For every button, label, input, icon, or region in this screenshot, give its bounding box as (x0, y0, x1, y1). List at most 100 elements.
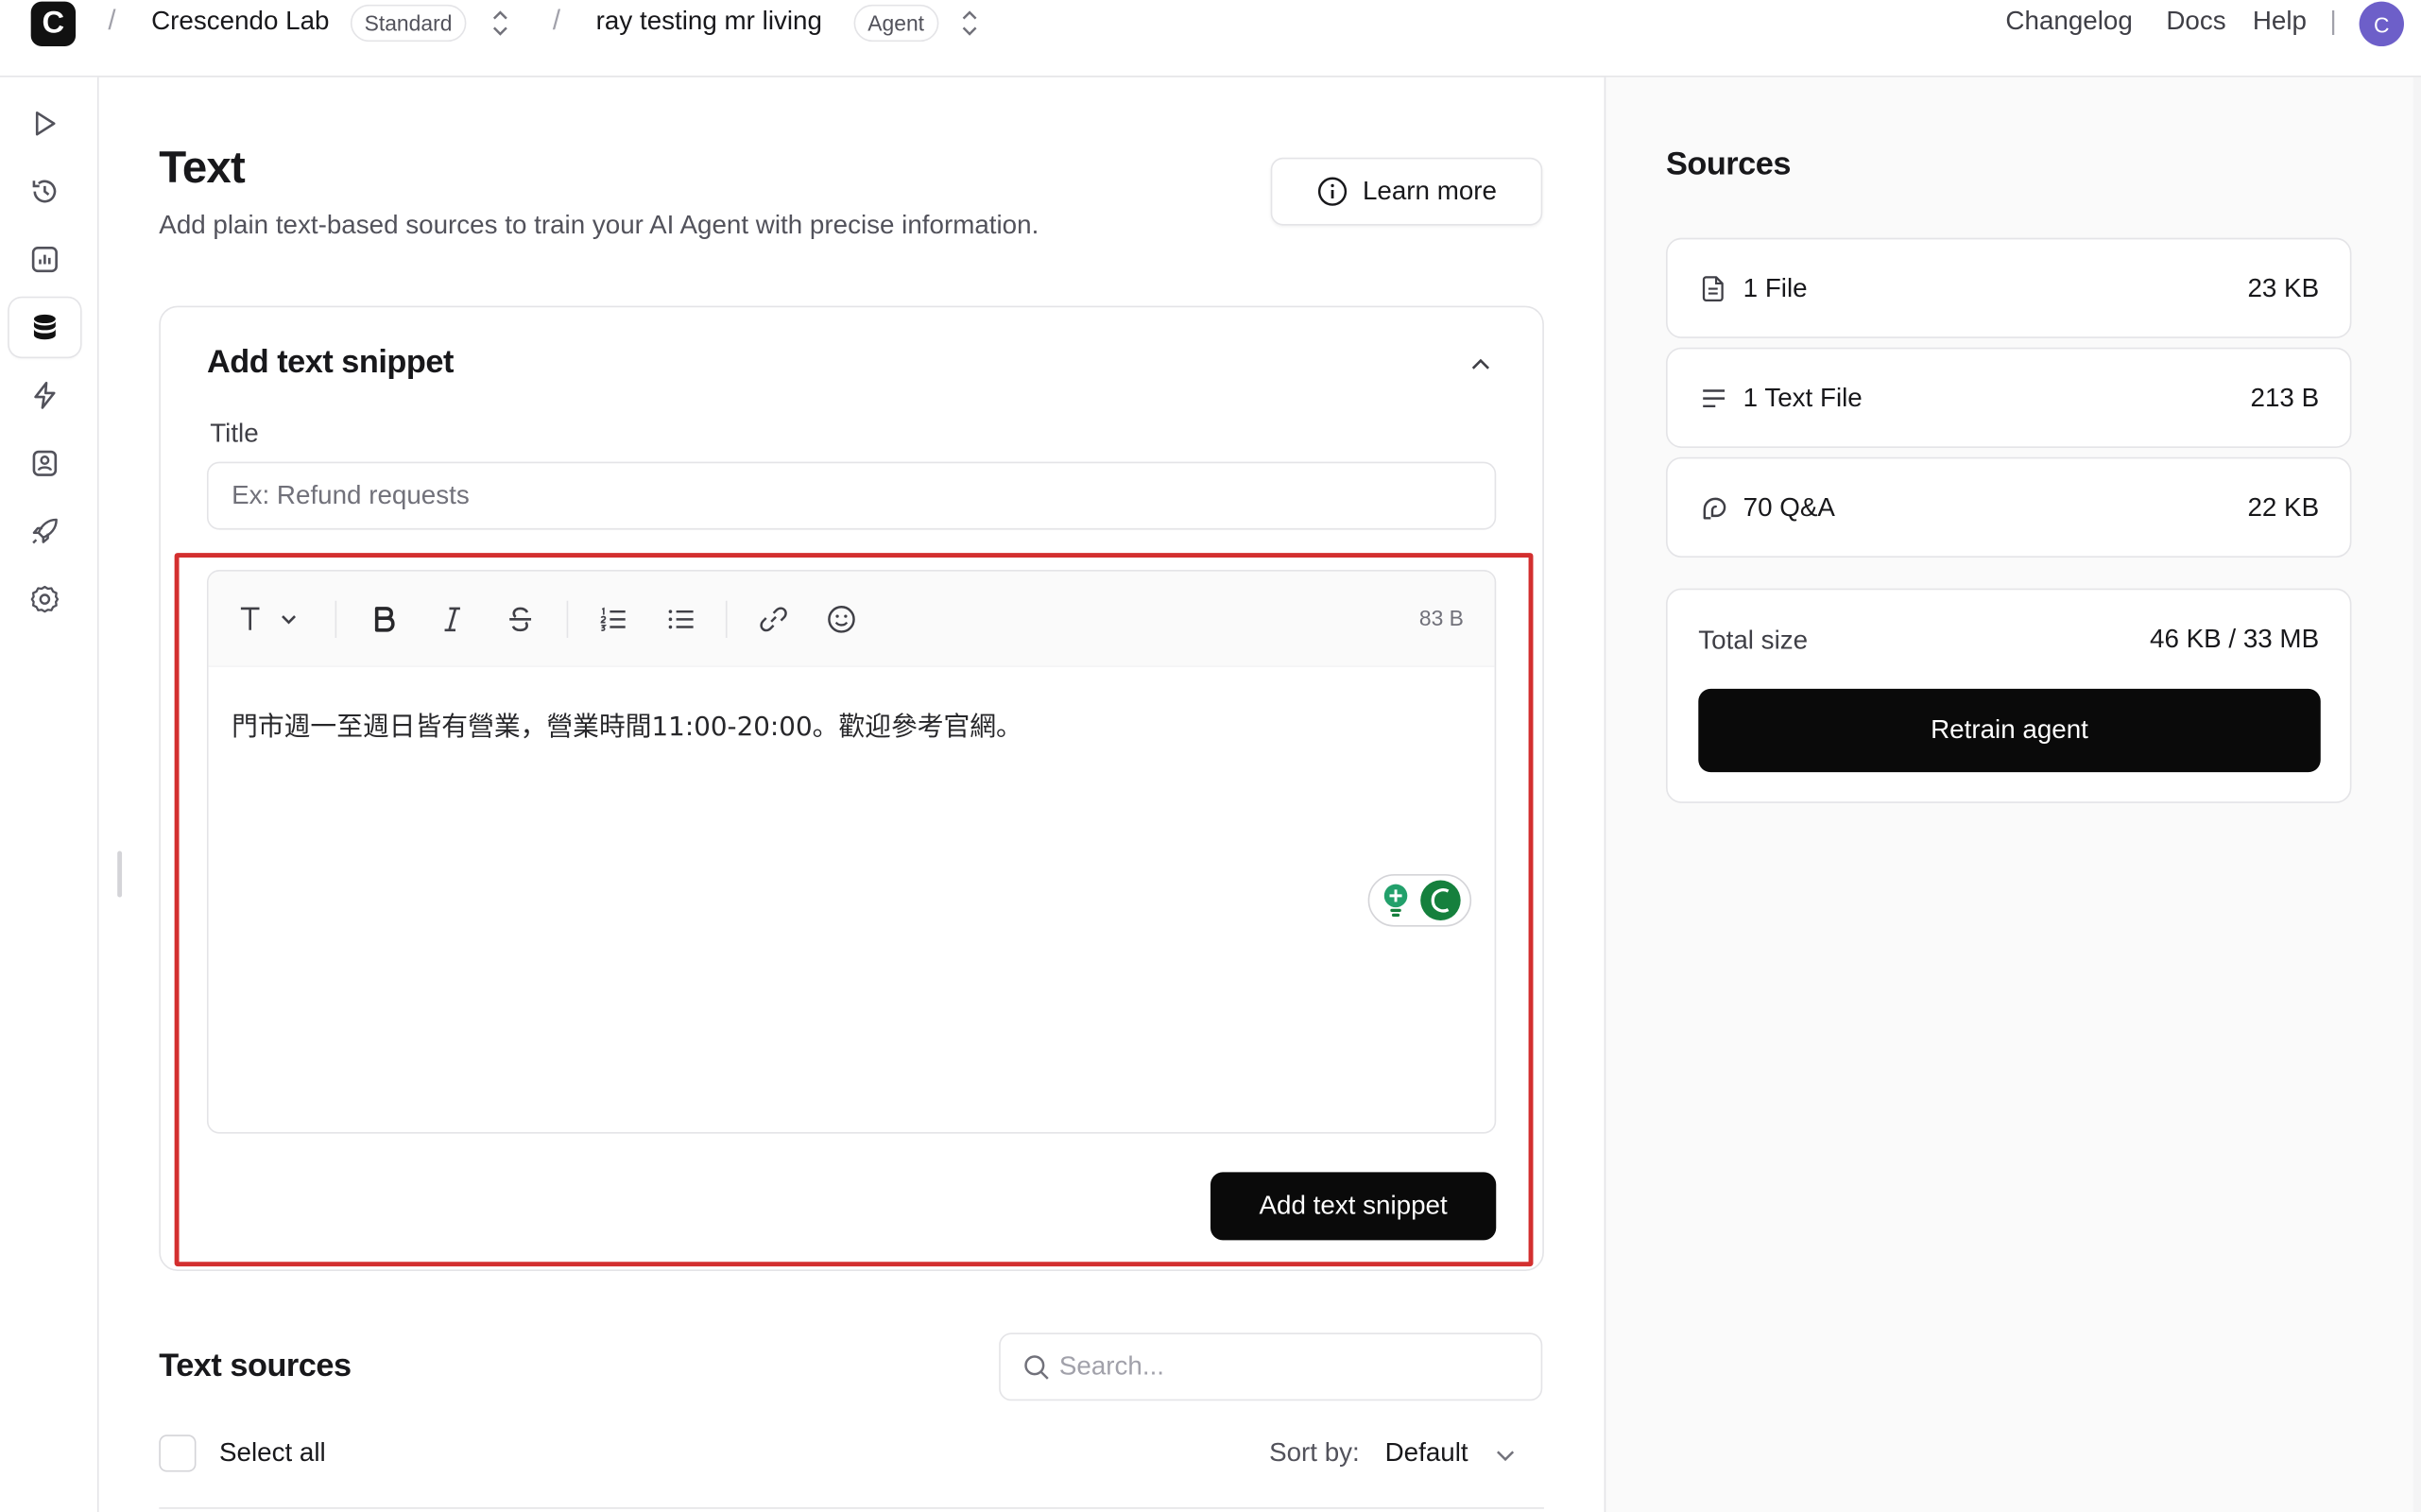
learn-more-button[interactable]: Learn more (1270, 157, 1543, 226)
source-qa-label: 70 Q&A (1743, 492, 1835, 523)
italic-button[interactable] (434, 601, 471, 638)
rich-text-editor[interactable]: 83 B 門市週一至週日皆有營業，營業時間11:00-20:00。歡迎參考官網。 (206, 570, 1497, 1134)
emoji-icon (828, 606, 855, 633)
scrollbar[interactable] (2412, 77, 2421, 1512)
database-icon (33, 314, 56, 340)
app-logo[interactable]: C (30, 1, 77, 47)
contacts-icon (32, 450, 58, 476)
emoji-button[interactable] (823, 601, 860, 638)
strikethrough-icon (509, 607, 532, 632)
page-description: Add plain text-based sources to train yo… (159, 210, 1039, 240)
nav-settings[interactable] (9, 570, 80, 628)
changelog-link[interactable]: Changelog (2005, 7, 2132, 38)
toolbar-divider (566, 600, 569, 638)
ordered-list-button[interactable] (594, 601, 631, 638)
search-input[interactable] (1058, 1334, 1523, 1400)
bold-icon (374, 607, 395, 632)
total-size-card: Total size 46 KB / 33 MB Retrain agent (1665, 588, 2352, 803)
source-files-card: 1 File 23 KB (1665, 237, 2352, 338)
help-link[interactable]: Help (2253, 7, 2307, 38)
text-style-icon (240, 607, 296, 630)
source-text-size: 213 B (2250, 383, 2320, 413)
workspace-name[interactable]: Crescendo Lab (151, 7, 329, 38)
select-all-label[interactable]: Select all (219, 1438, 326, 1469)
text-sources-title: Text sources (159, 1348, 352, 1384)
total-size-value: 46 KB / 33 MB (2150, 624, 2320, 654)
retrain-agent-button[interactable]: Retrain agent (1698, 688, 2321, 773)
plan-badge: Standard (350, 4, 467, 43)
info-icon (1317, 177, 1347, 206)
nav-divider: | (2329, 6, 2337, 36)
link-icon (760, 607, 787, 632)
file-icon (1702, 276, 1724, 302)
select-all-checkbox[interactable] (159, 1435, 197, 1472)
qa-icon (1703, 497, 1726, 520)
search-icon (1024, 1355, 1049, 1380)
breadcrumb-separator: / (108, 4, 116, 36)
link-button[interactable] (755, 601, 792, 638)
learn-more-label: Learn more (1362, 176, 1498, 206)
strikethrough-button[interactable] (502, 601, 539, 638)
page-title: Text (159, 143, 245, 194)
logo-letter: C (42, 6, 65, 41)
bullet-list-icon (668, 610, 694, 629)
agent-badge: Agent (853, 4, 938, 43)
text-style-dropdown[interactable] (236, 601, 304, 638)
user-avatar[interactable]: C (2359, 1, 2404, 47)
source-files-label: 1 File (1743, 273, 1808, 303)
editor-toolbar: 83 B (208, 571, 1495, 668)
grammarly-icon (1419, 880, 1460, 921)
list-divider (159, 1507, 1544, 1509)
history-icon (32, 180, 57, 203)
sort-by-label: Sort by: (1269, 1437, 1360, 1468)
italic-icon (444, 607, 460, 632)
nav-playground[interactable] (9, 94, 80, 153)
nav-activity[interactable] (9, 163, 80, 221)
editor-content[interactable]: 門市週一至週日皆有營業，營業時間11:00-20:00。歡迎參考官網。 (232, 704, 1022, 743)
sort-select[interactable]: Default (1385, 1438, 1468, 1469)
nav-deploy[interactable] (9, 502, 80, 560)
bullet-list-button[interactable] (662, 601, 699, 638)
toolbar-divider (335, 600, 337, 638)
nav-contacts[interactable] (9, 434, 80, 492)
search-field[interactable] (999, 1332, 1543, 1401)
source-text-label: 1 Text File (1743, 383, 1863, 413)
workspace-switcher-icon[interactable] (491, 8, 510, 39)
toolbar-divider (725, 600, 728, 638)
agent-switcher-icon[interactable] (960, 8, 979, 39)
analytics-icon (31, 246, 58, 273)
total-size-label: Total size (1698, 625, 1809, 655)
deploy-icon (32, 518, 58, 544)
play-icon (35, 111, 56, 136)
chevron-down-icon[interactable] (1493, 1442, 1518, 1467)
settings-icon (30, 585, 60, 613)
chevron-up-icon[interactable] (1467, 351, 1494, 378)
nav-sources[interactable] (9, 298, 80, 357)
agent-name[interactable]: ray testing mr living (596, 7, 822, 38)
nav-actions[interactable] (9, 366, 80, 424)
source-qa-size: 22 KB (2247, 492, 2320, 523)
docs-link[interactable]: Docs (2166, 7, 2225, 38)
bold-button[interactable] (366, 601, 403, 638)
add-text-snippet-button[interactable]: Add text snippet (1210, 1172, 1497, 1241)
title-field-label: Title (210, 418, 259, 448)
resize-handle[interactable] (117, 850, 123, 898)
top-bar: C / Crescendo Lab Standard / ray testing… (0, 0, 2421, 77)
source-qa-card: 70 Q&A 22 KB (1665, 456, 2352, 558)
ordered-list-icon (600, 607, 626, 631)
sources-title: Sources (1665, 146, 1791, 182)
snippet-size-label: 83 B (1418, 605, 1464, 630)
avatar-letter: C (2374, 11, 2390, 37)
source-files-size: 23 KB (2247, 273, 2320, 303)
breadcrumb-separator: / (552, 4, 561, 36)
left-nav-rail (0, 77, 99, 1512)
nav-analytics[interactable] (9, 231, 80, 289)
actions-icon (34, 381, 56, 409)
lightbulb-icon (1382, 884, 1407, 917)
text-lines-icon (1703, 389, 1726, 408)
grammar-assistant-widget[interactable] (1367, 874, 1472, 927)
snippet-card-title: Add text snippet (206, 344, 454, 381)
source-text-card: 1 Text File 213 B (1665, 347, 2352, 448)
title-input[interactable] (206, 461, 1497, 530)
app-window: C / Crescendo Lab Standard / ray testing… (0, 0, 2421, 1512)
